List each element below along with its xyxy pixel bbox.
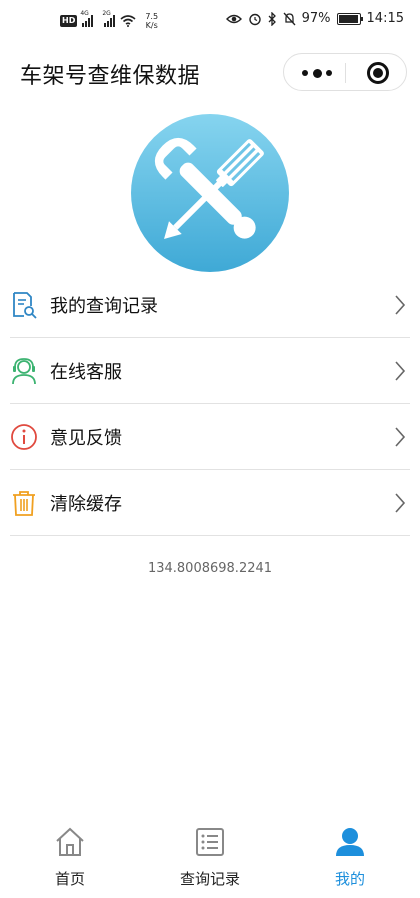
tab-home[interactable]: 首页 bbox=[0, 806, 140, 898]
menu-label-customer-service: 在线客服 bbox=[50, 362, 122, 383]
chevron-right-icon bbox=[395, 427, 406, 447]
tab-mine[interactable]: 我的 bbox=[280, 806, 420, 898]
signal-icon-2: 2G bbox=[102, 10, 116, 27]
tab-label-query-history: 查询记录 bbox=[179, 870, 240, 888]
version-text: 134.8008698.2241 bbox=[147, 561, 273, 576]
info-circle-icon bbox=[11, 424, 37, 450]
chevron-right-icon bbox=[395, 493, 406, 513]
tab-query-history[interactable]: 查询记录 bbox=[140, 806, 280, 898]
signal-icon-1: 4G bbox=[80, 10, 94, 27]
trash-icon bbox=[13, 491, 35, 516]
mini-program-capsule bbox=[283, 53, 407, 91]
menu-item-query-history[interactable]: 我的查询记录 bbox=[10, 272, 410, 338]
wifi-icon bbox=[120, 15, 136, 27]
tab-bar: 首页 查询记录 我的 bbox=[0, 806, 420, 898]
battery-icon bbox=[336, 12, 363, 25]
alarm-icon bbox=[248, 13, 261, 25]
chevron-right-icon bbox=[395, 361, 406, 381]
network-label-1: 4G bbox=[80, 10, 89, 17]
menu-item-feedback[interactable]: 意见反馈 bbox=[10, 404, 410, 470]
network-speed: 7.5 K/s bbox=[145, 12, 158, 30]
bluetooth-icon bbox=[268, 11, 276, 26]
menu-label-query-history: 我的查询记录 bbox=[50, 296, 158, 317]
target-circle-icon[interactable] bbox=[367, 62, 389, 84]
status-left: HD 4G 2G 7.5 K/s bbox=[60, 10, 158, 30]
network-label-2: 2G bbox=[102, 10, 111, 17]
mute-bell-icon bbox=[283, 12, 296, 25]
menu-label-clear-cache: 清除缓存 bbox=[50, 494, 122, 515]
more-dots-icon[interactable] bbox=[302, 66, 332, 80]
status-right: 97% 14:15 bbox=[225, 11, 404, 26]
person-icon bbox=[336, 828, 364, 856]
document-search-icon bbox=[13, 292, 37, 319]
page-title: 车架号查维保数据 bbox=[20, 64, 201, 89]
tab-label-mine: 我的 bbox=[334, 870, 365, 888]
speed-unit: K/s bbox=[145, 21, 158, 30]
wrench-screwdriver-icon bbox=[131, 114, 289, 272]
eye-icon bbox=[225, 14, 242, 23]
speed-value: 7.5 bbox=[145, 12, 159, 21]
menu-label-feedback: 意见反馈 bbox=[50, 428, 122, 449]
customer-service-icon bbox=[12, 358, 36, 385]
menu-item-customer-service[interactable]: 在线客服 bbox=[10, 338, 410, 404]
menu-list: 我的查询记录 在线客服 意见反馈 清除缓存 bbox=[10, 272, 410, 536]
menu-item-clear-cache[interactable]: 清除缓存 bbox=[10, 470, 410, 536]
clock: 14:15 bbox=[366, 11, 404, 26]
home-icon bbox=[56, 827, 84, 856]
list-icon bbox=[196, 828, 224, 856]
status-bar: HD 4G 2G 7.5 K/s 97% 14:15 bbox=[0, 0, 420, 46]
battery-percent: 97% bbox=[301, 11, 331, 26]
hd-icon: HD bbox=[60, 15, 78, 27]
capsule-divider bbox=[345, 63, 346, 83]
chevron-right-icon bbox=[395, 295, 406, 315]
tab-label-home: 首页 bbox=[54, 870, 85, 888]
